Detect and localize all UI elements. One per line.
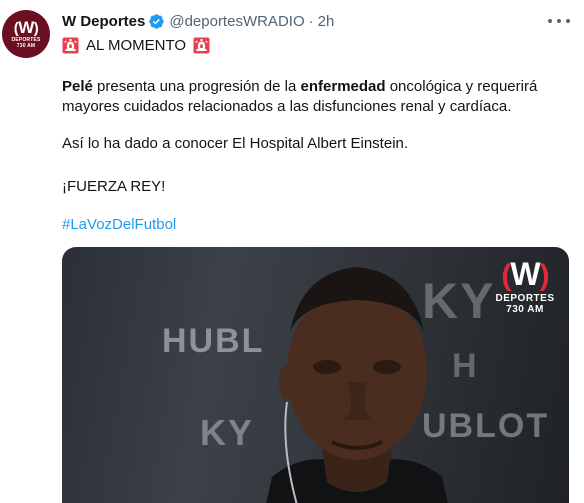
verified-badge-icon (148, 13, 165, 30)
alert-line: AL MOMENTO (62, 35, 210, 55)
display-name[interactable]: W Deportes (62, 13, 145, 30)
more-options-icon[interactable] (548, 12, 570, 30)
tweet-text-paragraph-3: ¡FUERZA REY! (62, 178, 166, 195)
tweet-header: W Deportes @deportesWRADIO · 2h (62, 11, 334, 31)
hashtag-link[interactable]: #LaVozDelFutbol (62, 215, 572, 235)
background-sponsor-text: H (452, 347, 479, 385)
person-portrait (266, 267, 448, 503)
background-sponsor-text: HUBL (162, 322, 265, 360)
tweet-timestamp[interactable]: 2h (318, 13, 335, 30)
media-logo-letter: W (510, 256, 540, 292)
bold-enfermedad: enfermedad (300, 78, 386, 95)
bold-pele: Pelé (62, 78, 93, 95)
tweet-text-paragraph-2: Así lo ha dado a conocer El Hospital Alb… (62, 135, 409, 152)
siren-icon (193, 37, 210, 54)
alert-text: AL MOMENTO (86, 36, 187, 54)
siren-icon (62, 37, 79, 54)
media-logo-sub-1: DEPORTES (495, 293, 555, 304)
media-logo-sub-2: 730 AM (506, 304, 544, 315)
separator-dot: · (308, 12, 314, 30)
profile-avatar[interactable]: (W) DEPORTES 730 AM (0, 0, 52, 62)
avatar-logo: (W) DEPORTES 730 AM (2, 10, 50, 58)
user-handle[interactable]: @deportesWRADIO (169, 13, 304, 30)
avatar-logo-sub-2: 730 AM (16, 42, 36, 49)
media-station-logo: (W) DEPORTES 730 AM (495, 256, 555, 315)
tweet-media-image[interactable]: HUBL KY KY UBLOT H (W) DEPORTES 730 AM (62, 247, 569, 503)
tweet-text-paragraph-1: Pelé presenta una progresión de la enfer… (62, 78, 538, 115)
avatar-logo-letter: W (18, 17, 34, 37)
background-sponsor-text: KY (200, 412, 255, 453)
